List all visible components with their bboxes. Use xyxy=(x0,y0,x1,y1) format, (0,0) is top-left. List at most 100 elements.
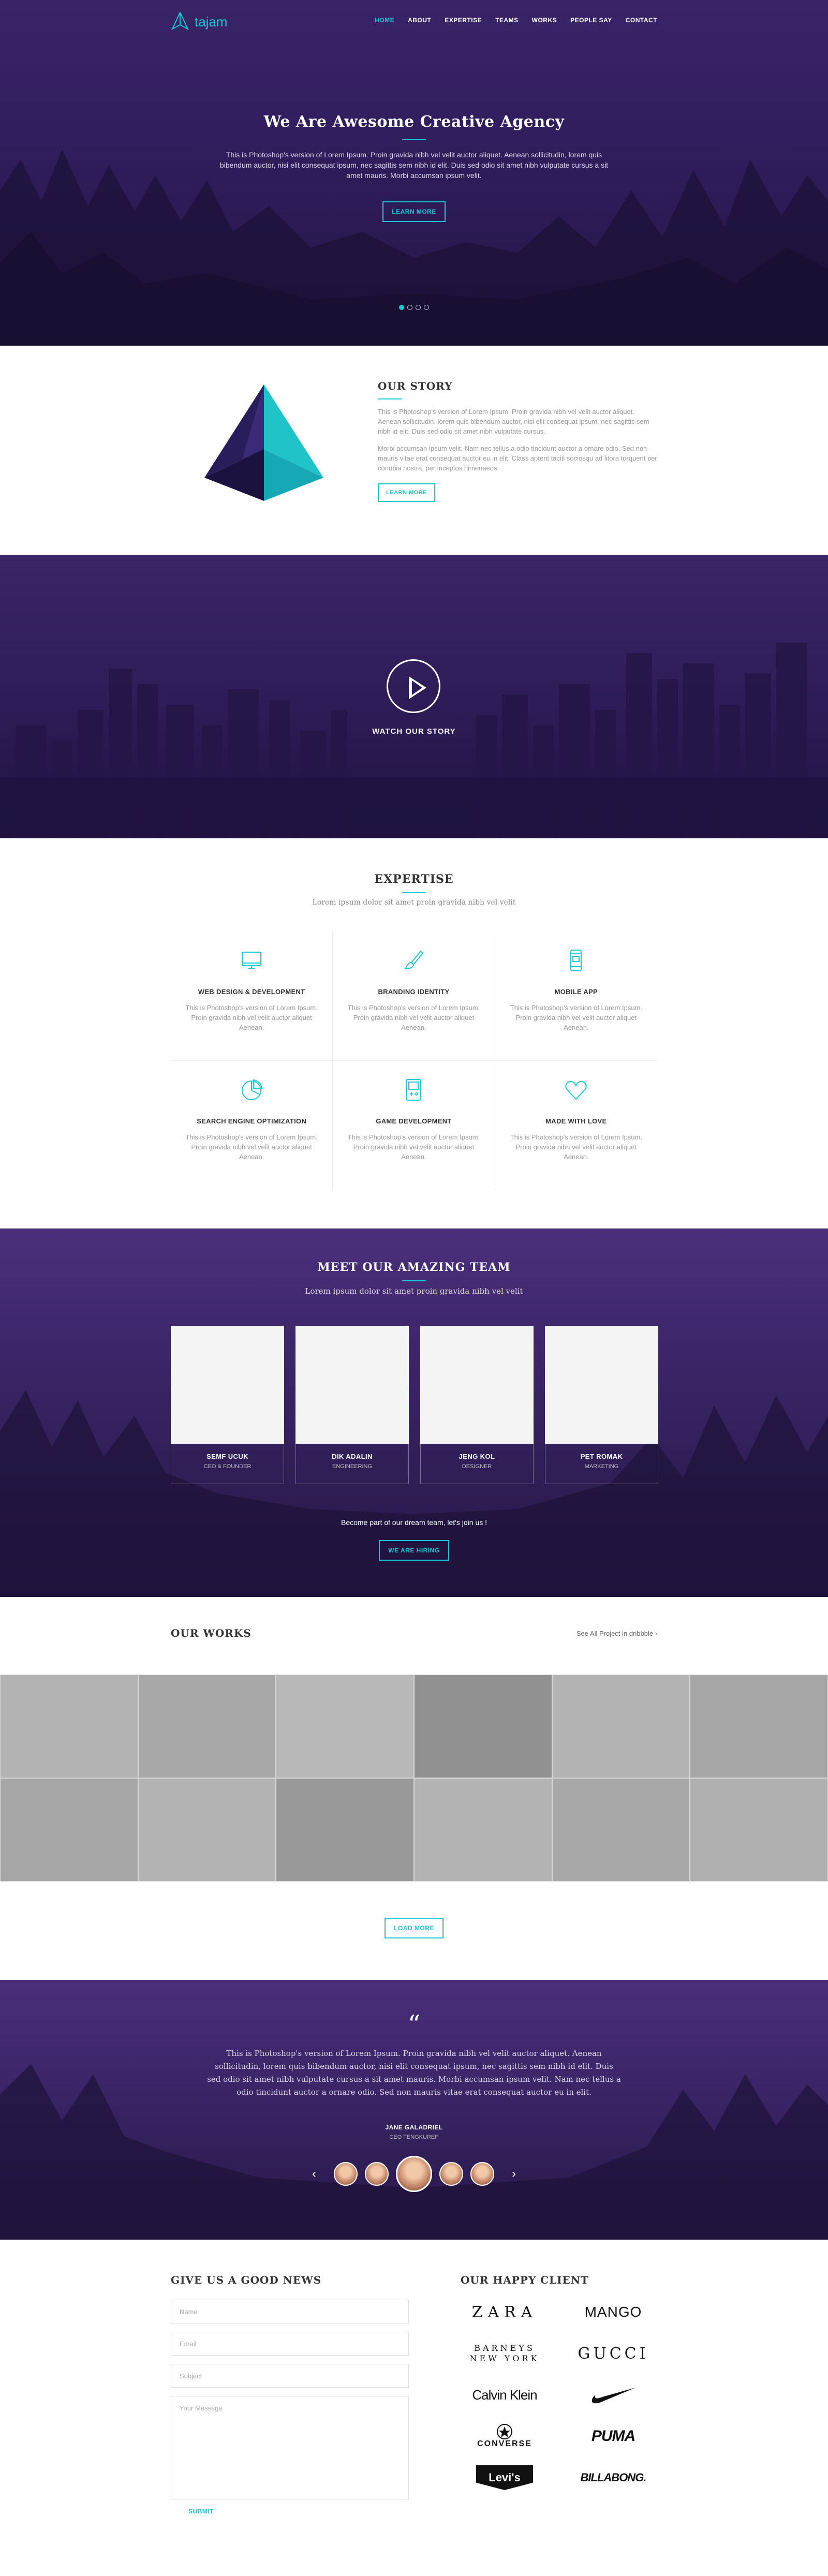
story-learn-more-button[interactable]: LEARN MORE xyxy=(378,483,435,502)
chevron-right-icon[interactable]: › xyxy=(512,2167,516,2181)
work-tile[interactable] xyxy=(138,1778,276,1882)
message-field[interactable]: Your Message xyxy=(171,2396,409,2499)
menu-item-teams[interactable]: TEAMS xyxy=(495,17,519,24)
testimonial-avatars: ‹ › xyxy=(0,2156,828,2192)
member-name: SEMF UCUK xyxy=(206,1453,248,1460)
avatar[interactable] xyxy=(334,2162,358,2186)
hero-divider xyxy=(402,139,426,140)
load-more-button[interactable]: LOAD MORE xyxy=(385,1918,443,1938)
team-title: MEET OUR AMAZING TEAM xyxy=(317,1261,511,1274)
contact-form: GIVE US A GOOD NEWS Name Email Subject Y… xyxy=(171,2274,409,2515)
our-story-section: OUR STORY This is Photoshop's version of… xyxy=(0,346,828,555)
work-tile[interactable] xyxy=(413,1778,552,1882)
dribbble-link[interactable]: See All Project in dribbble › xyxy=(576,1630,657,1637)
chevron-left-icon[interactable]: ‹ xyxy=(312,2167,316,2181)
work-tile[interactable] xyxy=(690,1675,828,1778)
expertise-card-branding: BRANDING IDENTITY This is Photoshop's ve… xyxy=(333,931,495,1061)
clients-block: OUR HAPPY CLIENT ZARA MANGO BARNEYS NEW … xyxy=(461,2274,657,2490)
converse-logo: CONVERSE xyxy=(461,2424,549,2449)
pie-chart-icon xyxy=(242,1079,263,1100)
work-tile[interactable] xyxy=(552,1675,690,1778)
work-tile[interactable] xyxy=(0,1778,138,1882)
hiring-button[interactable]: WE ARE HIRING xyxy=(379,1540,449,1561)
converse-star-icon xyxy=(497,2424,512,2439)
brush-icon xyxy=(404,950,424,970)
expertise-divider xyxy=(402,892,426,893)
story-paragraph-1: This is Photoshop's version of Lorem Ips… xyxy=(378,408,649,435)
logo-icon xyxy=(171,12,189,31)
top-navigation: tajam HOME ABOUT EXPERTISE TEAMS WORKS P… xyxy=(0,0,828,41)
menu-item-home[interactable]: HOME xyxy=(375,17,394,24)
story-title: OUR STORY xyxy=(378,380,453,392)
menu-item-people-say[interactable]: PEOPLE SAY xyxy=(570,17,612,24)
dribbble-link-label: See All Project in dribbble xyxy=(576,1629,654,1637)
expertise-item-title: MOBILE APP xyxy=(554,988,598,996)
email-field[interactable]: Email xyxy=(171,2332,409,2356)
team-member-card[interactable]: DIK ADALIN ENGINEERING xyxy=(295,1326,409,1484)
expertise-section: EXPERTISE Lorem ipsum dolor sit amet pro… xyxy=(0,838,828,1228)
member-photo xyxy=(171,1326,284,1444)
work-tile[interactable] xyxy=(0,1675,138,1778)
play-button[interactable] xyxy=(387,659,440,713)
team-member-card[interactable]: PET ROMAK MARKETING xyxy=(545,1326,658,1484)
member-role: MARKETING xyxy=(584,1463,619,1470)
expertise-card-web-design: WEB DESIGN & DEVELOPMENT This is Photosh… xyxy=(171,931,333,1061)
team-member-card[interactable]: SEMF UCUK CEO & FOUNDER xyxy=(171,1326,284,1484)
team-member-card[interactable]: JENG KOL DESIGNER xyxy=(420,1326,534,1484)
work-tile[interactable] xyxy=(552,1778,690,1882)
work-tile[interactable] xyxy=(138,1675,276,1778)
slider-dot-2[interactable] xyxy=(407,305,412,310)
mobile-icon xyxy=(570,950,582,971)
subject-field[interactable]: Subject xyxy=(171,2364,409,2388)
join-text: Become part of our dream team, let's joi… xyxy=(341,1518,487,1527)
expertise-item-text: This is Photoshop's version of Lorem Ips… xyxy=(510,1004,643,1031)
brand-logo[interactable]: tajam xyxy=(171,11,228,32)
testimonial-quote: This is Photoshop's version of Lorem Ips… xyxy=(207,2049,621,2097)
chevron-right-icon: › xyxy=(655,1629,657,1637)
contact-title: GIVE US A GOOD NEWS xyxy=(171,2274,322,2286)
avatar-active[interactable] xyxy=(396,2156,432,2192)
menu-item-contact[interactable]: CONTACT xyxy=(626,17,657,24)
member-photo xyxy=(545,1326,658,1444)
menu-item-works[interactable]: WORKS xyxy=(532,17,557,24)
submit-button[interactable]: SUBMIT xyxy=(188,2508,409,2515)
zara-logo: ZARA xyxy=(471,2303,538,2321)
work-tile[interactable] xyxy=(276,1778,414,1882)
expertise-item-text: This is Photoshop's version of Lorem Ips… xyxy=(347,1133,480,1161)
expertise-item-text: This is Photoshop's version of Lorem Ips… xyxy=(510,1133,643,1161)
story-text: OUR STORY This is Photoshop's version of… xyxy=(378,380,657,502)
slider-dot-3[interactable] xyxy=(416,305,421,310)
testimonial-author: JANE GALADRIEL xyxy=(385,2124,443,2131)
work-tile[interactable] xyxy=(413,1675,552,1778)
avatar[interactable] xyxy=(439,2162,463,2186)
team-join: Become part of our dream team, let's joi… xyxy=(0,1518,828,1561)
city-skyline xyxy=(0,643,828,838)
expertise-title: EXPERTISE xyxy=(374,872,454,886)
work-tile[interactable] xyxy=(690,1778,828,1882)
expertise-item-text: This is Photoshop's version of Lorem Ips… xyxy=(185,1004,318,1031)
works-header: OUR WORKS See All Project in dribbble › xyxy=(171,1627,657,1639)
monitor-icon xyxy=(242,952,262,969)
story-divider xyxy=(378,398,402,399)
work-tile[interactable] xyxy=(276,1675,414,1778)
story-paragraph-2: Morbi accumsan ipsum velit. Nam nec tell… xyxy=(378,445,657,472)
watch-story-label[interactable]: WATCH OUR STORY xyxy=(0,727,828,736)
barneys-logo-text: BARNEYS NEW YORK xyxy=(469,2343,540,2363)
barneys-logo: BARNEYS NEW YORK xyxy=(461,2341,549,2366)
menu-item-about[interactable]: ABOUT xyxy=(408,17,431,24)
levis-logo-wrap: Levi's xyxy=(461,2465,549,2490)
avatar[interactable] xyxy=(470,2162,494,2186)
avatar[interactable] xyxy=(365,2162,389,2186)
member-photo xyxy=(295,1326,409,1444)
slider-dot-4[interactable] xyxy=(424,305,429,310)
expertise-header: EXPERTISE Lorem ipsum dolor sit amet pro… xyxy=(0,872,828,907)
expertise-card-game: GAME DEVELOPMENT This is Photoshop's ver… xyxy=(333,1061,495,1190)
member-role: DESIGNER xyxy=(462,1463,492,1470)
hero-section: tajam HOME ABOUT EXPERTISE TEAMS WORKS P… xyxy=(0,0,828,346)
expertise-card-seo: SEARCH ENGINE OPTIMIZATION This is Photo… xyxy=(171,1061,333,1190)
learn-more-button[interactable]: LEARN MORE xyxy=(382,201,446,222)
slider-dot-1[interactable] xyxy=(399,305,404,310)
menu-item-expertise[interactable]: EXPERTISE xyxy=(445,17,482,24)
name-field[interactable]: Name xyxy=(171,2300,409,2323)
hero-title: We Are Awesome Creative Agency xyxy=(263,113,565,131)
